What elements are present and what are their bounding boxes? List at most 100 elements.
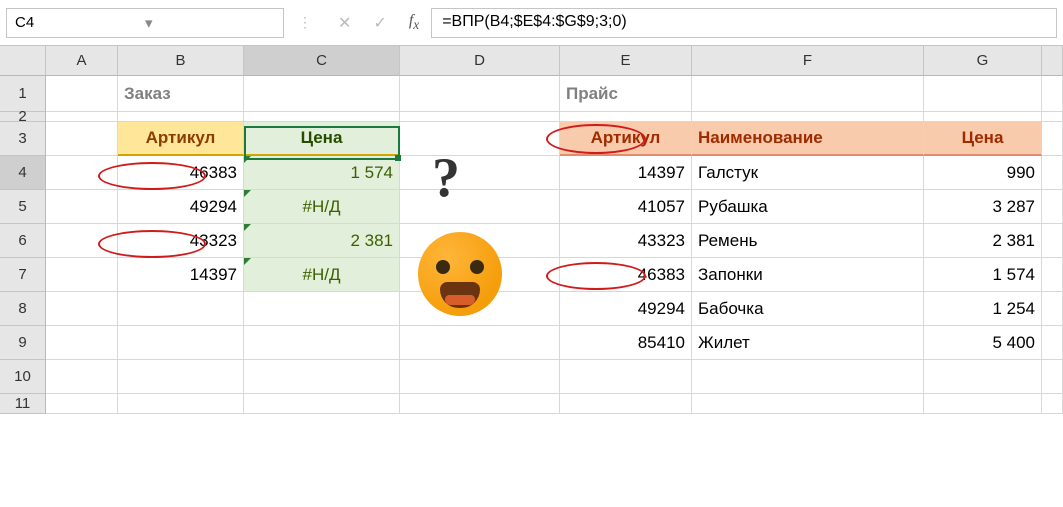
cell[interactable] (1042, 360, 1063, 394)
t2-art[interactable]: 49294 (560, 292, 692, 326)
t2-name[interactable]: Рубашка (692, 190, 924, 224)
t2-name[interactable]: Ремень (692, 224, 924, 258)
row-header-3[interactable]: 3 (0, 122, 46, 156)
column-header-E[interactable]: E (560, 46, 692, 76)
cell[interactable] (46, 258, 118, 292)
t2-head-name[interactable]: Наименование (692, 122, 924, 156)
t2-price[interactable]: 2 381 (924, 224, 1042, 258)
t1-art[interactable]: 49294 (118, 190, 244, 224)
label-prais[interactable]: Прайс (560, 76, 692, 112)
cell[interactable] (1042, 76, 1063, 112)
t2-price[interactable]: 1 574 (924, 258, 1042, 292)
fx-icon[interactable]: fx (409, 12, 419, 33)
label-zakaz[interactable]: Заказ (118, 76, 244, 112)
cell[interactable] (46, 112, 118, 122)
enter-icon[interactable]: ✓ (373, 13, 386, 33)
expand-formula-icon[interactable]: ⋮ (284, 14, 326, 31)
row-header-6[interactable]: 6 (0, 224, 46, 258)
cell[interactable] (400, 326, 560, 360)
column-header-C[interactable]: C (244, 46, 400, 76)
cell[interactable] (924, 394, 1042, 414)
column-header-G[interactable]: G (924, 46, 1042, 76)
row-header-7[interactable]: 7 (0, 258, 46, 292)
t1-art[interactable]: 46383 (118, 156, 244, 190)
cell[interactable] (400, 112, 560, 122)
row-header-10[interactable]: 10 (0, 360, 46, 394)
t2-art[interactable]: 43323 (560, 224, 692, 258)
row-header-4[interactable]: 4 (0, 156, 46, 190)
cell[interactable] (400, 156, 560, 190)
t2-price[interactable]: 5 400 (924, 326, 1042, 360)
t1-head-art[interactable]: Артикул (118, 122, 244, 156)
cell[interactable] (1042, 190, 1063, 224)
cell[interactable] (46, 122, 118, 156)
t2-art[interactable]: 41057 (560, 190, 692, 224)
cell[interactable] (244, 76, 400, 112)
column-header-D[interactable]: D (400, 46, 560, 76)
cell[interactable] (1042, 258, 1063, 292)
row-header-2[interactable]: 2 (0, 112, 46, 122)
cell[interactable] (692, 76, 924, 112)
cell[interactable] (692, 112, 924, 122)
column-header-end[interactable] (1042, 46, 1063, 76)
cell[interactable] (560, 112, 692, 122)
cell[interactable] (46, 292, 118, 326)
t2-name[interactable]: Жилет (692, 326, 924, 360)
cell[interactable] (118, 292, 244, 326)
t2-art[interactable]: 14397 (560, 156, 692, 190)
cell[interactable] (400, 360, 560, 394)
t2-art[interactable]: 46383 (560, 258, 692, 292)
row-header-11[interactable]: 11 (0, 394, 46, 414)
cell[interactable] (400, 76, 560, 112)
t2-price[interactable]: 1 254 (924, 292, 1042, 326)
cell[interactable] (400, 394, 560, 414)
cell[interactable] (244, 394, 400, 414)
cell[interactable] (244, 360, 400, 394)
cell[interactable] (924, 112, 1042, 122)
cell[interactable] (46, 326, 118, 360)
t1-head-price[interactable]: Цена (244, 122, 400, 156)
t2-price[interactable]: 990 (924, 156, 1042, 190)
cell[interactable] (1042, 112, 1063, 122)
t2-head-price[interactable]: Цена (924, 122, 1042, 156)
cell[interactable] (1042, 394, 1063, 414)
t1-price[interactable]: #Н/Д (244, 190, 400, 224)
cell[interactable] (244, 112, 400, 122)
cell[interactable] (46, 224, 118, 258)
row-header-5[interactable]: 5 (0, 190, 46, 224)
t2-name[interactable]: Бабочка (692, 292, 924, 326)
t2-art[interactable]: 85410 (560, 326, 692, 360)
t1-price[interactable]: 1 574 (244, 156, 400, 190)
cell[interactable] (560, 360, 692, 394)
cell[interactable] (46, 190, 118, 224)
cell[interactable] (1042, 326, 1063, 360)
chevron-down-icon[interactable]: ▾ (145, 14, 275, 32)
t1-price[interactable]: #Н/Д (244, 258, 400, 292)
cell[interactable] (46, 394, 118, 414)
t1-price[interactable]: 2 381 (244, 224, 400, 258)
cell[interactable] (118, 326, 244, 360)
cell[interactable] (924, 360, 1042, 394)
cell[interactable] (560, 394, 692, 414)
t2-head-art[interactable]: Артикул (560, 122, 692, 156)
cell[interactable] (400, 122, 560, 156)
row-header-8[interactable]: 8 (0, 292, 46, 326)
cell[interactable] (924, 76, 1042, 112)
cell[interactable] (1042, 292, 1063, 326)
cell[interactable] (46, 156, 118, 190)
t1-art[interactable]: 43323 (118, 224, 244, 258)
cell[interactable] (118, 360, 244, 394)
t2-name[interactable]: Запонки (692, 258, 924, 292)
t1-art[interactable]: 14397 (118, 258, 244, 292)
cell[interactable] (1042, 156, 1063, 190)
cell[interactable] (400, 190, 560, 224)
cell[interactable] (118, 394, 244, 414)
cell[interactable] (46, 76, 118, 112)
column-header-B[interactable]: B (118, 46, 244, 76)
column-header-F[interactable]: F (692, 46, 924, 76)
cell[interactable] (46, 360, 118, 394)
row-header-1[interactable]: 1 (0, 76, 46, 112)
cell[interactable] (244, 292, 400, 326)
column-header-A[interactable]: A (46, 46, 118, 76)
cell[interactable] (692, 394, 924, 414)
